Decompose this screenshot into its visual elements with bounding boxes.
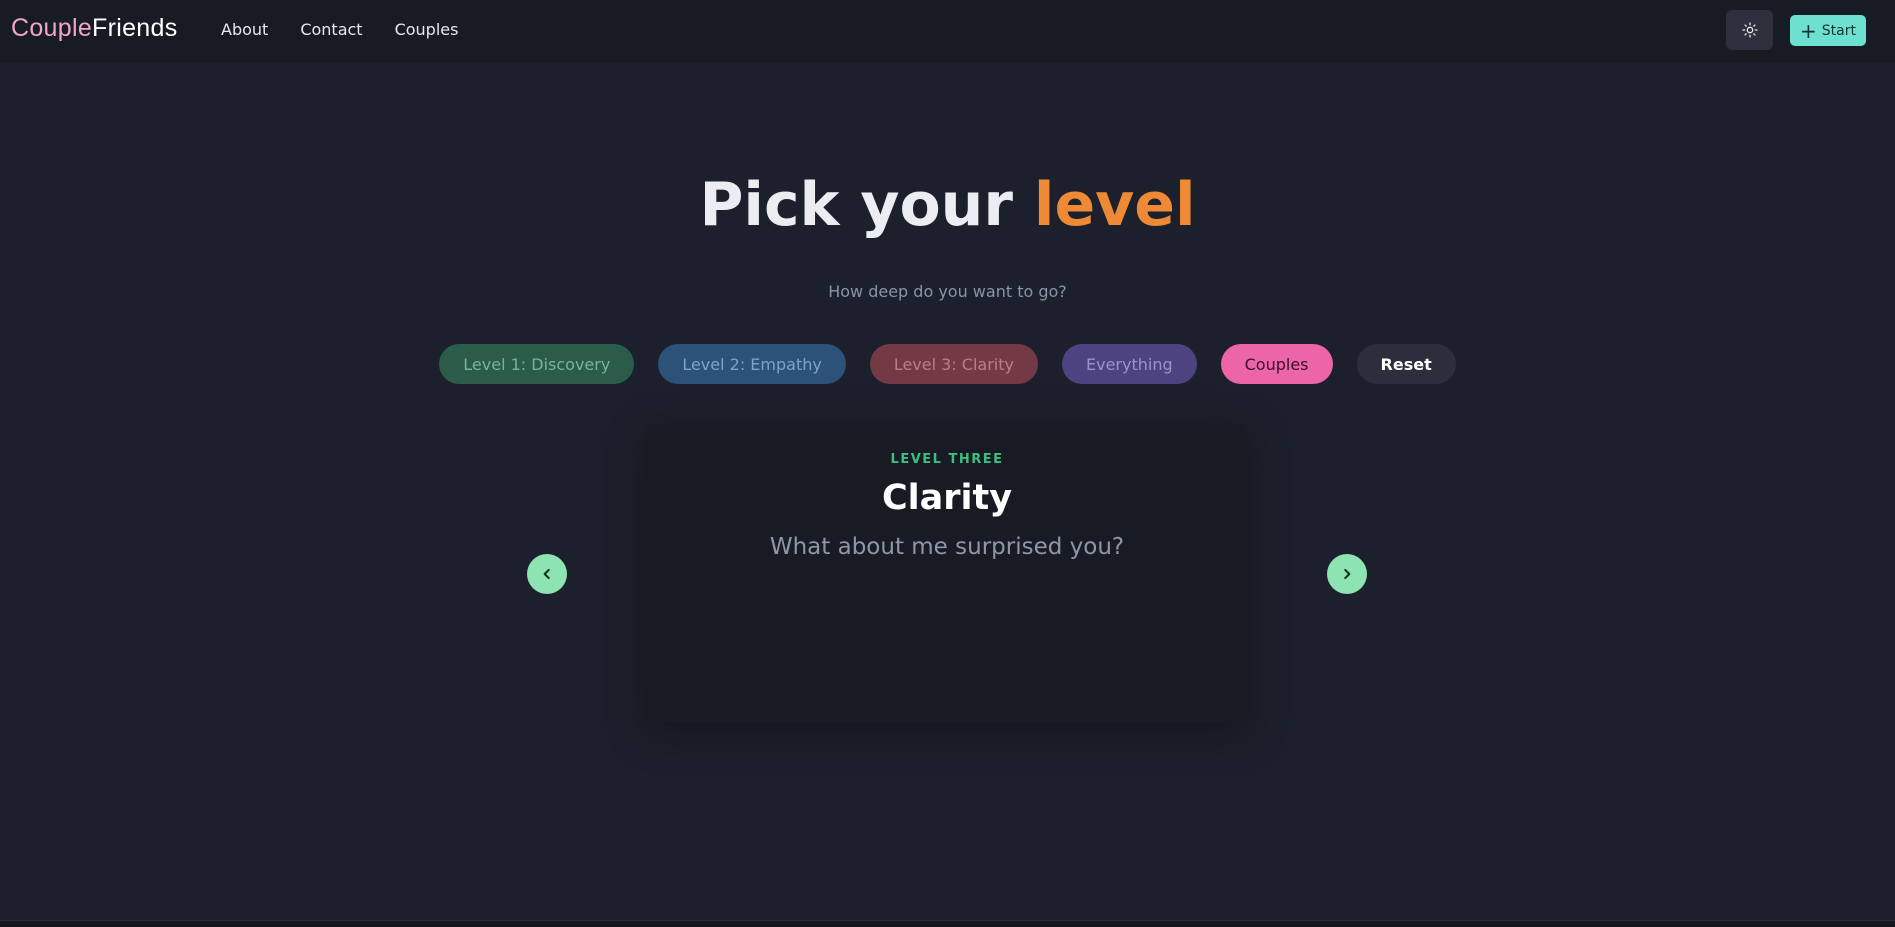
next-card-button[interactable] [1327, 554, 1367, 594]
bottom-divider [0, 920, 1895, 927]
filter-level-2-button[interactable]: Level 2: Empathy [658, 344, 846, 384]
level-filter-bar: Level 1: Discovery Level 2: Empathy Leve… [0, 344, 1895, 384]
chevron-left-icon [543, 568, 550, 580]
card-level-label: LEVEL THREE [890, 452, 1004, 467]
brand-logo[interactable]: CoupleFriends [11, 14, 178, 43]
page-title: Pick your level [0, 170, 1895, 240]
page-subtitle: How deep do you want to go? [828, 282, 1067, 301]
plus-icon: + [1800, 18, 1817, 43]
nav-link-couples[interactable]: Couples [395, 20, 459, 39]
brand-part-couple: Couple [11, 14, 93, 42]
theme-toggle-button[interactable] [1726, 10, 1773, 50]
top-navbar: CoupleFriends About Contact Couples + St… [0, 0, 1895, 62]
previous-card-button[interactable] [527, 554, 567, 594]
start-button[interactable]: + Start [1790, 15, 1866, 46]
nav-links: About Contact Couples [221, 20, 490, 39]
nav-link-about[interactable]: About [221, 20, 268, 39]
card-title: Clarity [881, 478, 1013, 518]
page-title-main: Pick your [699, 170, 1034, 240]
nav-link-contact[interactable]: Contact [300, 20, 362, 39]
filter-level-3-button[interactable]: Level 3: Clarity [869, 344, 1038, 384]
reset-button[interactable]: Reset [1356, 344, 1456, 384]
filter-level-1-button[interactable]: Level 1: Discovery [439, 344, 635, 384]
card-question: What about me surprised you? [769, 534, 1125, 560]
filter-couples-button[interactable]: Couples [1220, 344, 1333, 384]
brand-part-friends: Friends [92, 14, 178, 42]
start-button-label: Start [1821, 22, 1856, 39]
sun-icon [1741, 22, 1758, 38]
question-card: LEVEL THREE Clarity What about me surpri… [647, 424, 1247, 722]
page-title-accent: level [1033, 170, 1196, 240]
chevron-right-icon [1344, 568, 1351, 580]
filter-everything-button[interactable]: Everything [1062, 344, 1197, 384]
